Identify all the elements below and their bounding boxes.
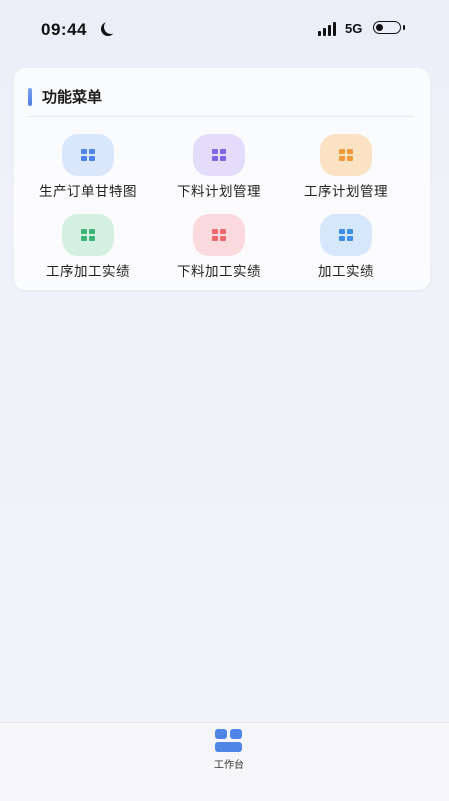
- card-title: 功能菜单: [42, 88, 103, 106]
- do-not-disturb-moon-icon: [104, 20, 118, 34]
- menu-item[interactable]: 下料计划管理: [154, 134, 284, 206]
- menu-item-icon-tile: [193, 134, 245, 176]
- menu-item-icon-tile: [320, 214, 372, 256]
- bottom-nav: 工作台: [0, 722, 449, 801]
- menu-item[interactable]: 生产订单甘特图: [23, 134, 153, 206]
- grid-icon: [339, 229, 353, 241]
- workbench-icon: [215, 729, 243, 753]
- signal-strength-icon: [318, 22, 338, 36]
- nav-item-label: 工作台: [214, 760, 244, 771]
- grid-icon: [81, 149, 95, 161]
- title-accent-bar: [28, 88, 32, 106]
- menu-item-icon-tile: [62, 134, 114, 176]
- menu-item-label: 加工实绩: [318, 264, 374, 280]
- menu-item-icon-tile: [193, 214, 245, 256]
- battery-icon: [373, 21, 405, 34]
- nav-item-workbench[interactable]: 工作台: [205, 727, 253, 771]
- grid-icon: [212, 229, 226, 241]
- grid-icon: [212, 149, 226, 161]
- status-time: 09:44: [41, 20, 87, 39]
- menu-item-label: 生产订单甘特图: [39, 184, 137, 200]
- menu-item[interactable]: 加工实绩: [281, 214, 411, 286]
- card-divider: [28, 116, 414, 117]
- menu-item-icon-tile: [320, 134, 372, 176]
- status-bar: 09:44 5G: [0, 0, 449, 58]
- menu-item-label: 工序计划管理: [304, 184, 388, 200]
- menu-item-label: 工序加工实绩: [46, 264, 130, 280]
- menu-item[interactable]: 工序加工实绩: [23, 214, 153, 286]
- menu-item[interactable]: 工序计划管理: [281, 134, 411, 206]
- menu-item-label: 下料加工实绩: [177, 264, 261, 280]
- menu-item-label: 下料计划管理: [177, 184, 261, 200]
- grid-icon: [81, 229, 95, 241]
- network-type-label: 5G: [345, 21, 363, 36]
- menu-item-icon-tile: [62, 214, 114, 256]
- grid-icon: [339, 149, 353, 161]
- function-menu-card: 功能菜单 生产订单甘特图 下料计划管理 工序计划管理工序加工实绩 下料加工实绩 加工实绩: [14, 68, 430, 290]
- menu-item[interactable]: 下料加工实绩: [154, 214, 284, 286]
